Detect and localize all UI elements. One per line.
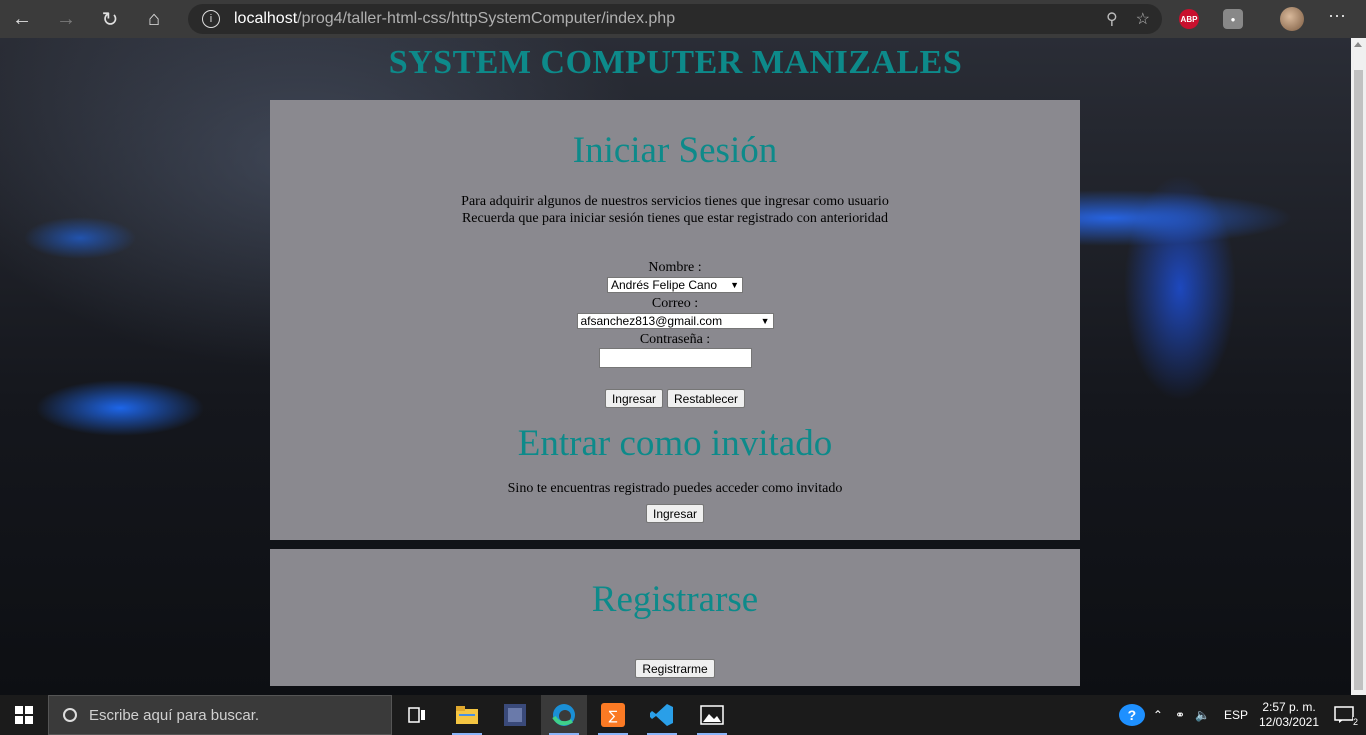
- refresh-icon[interactable]: ↻: [88, 0, 132, 38]
- page-scrollbar[interactable]: [1351, 38, 1366, 695]
- app-thumbnail-icon[interactable]: [492, 695, 538, 735]
- url-path: /prog4/taller-html-css/httpSystemCompute…: [297, 10, 676, 27]
- guest-login-button[interactable]: Ingresar: [645, 504, 705, 523]
- name-label: Nombre :: [648, 260, 702, 275]
- password-label: Contraseña :: [639, 332, 711, 347]
- search-icon: [63, 708, 77, 722]
- scroll-up-icon[interactable]: [1354, 42, 1362, 47]
- extension-icon[interactable]: ●: [1223, 9, 1243, 29]
- wifi-icon[interactable]: ⚭: [1175, 708, 1185, 722]
- clock-time: 2:57 p. m.: [1262, 700, 1316, 714]
- more-menu-icon[interactable]: ⋯: [1328, 6, 1347, 27]
- chevron-up-icon[interactable]: ⌃: [1153, 708, 1163, 722]
- reset-button[interactable]: Restablecer: [667, 389, 746, 408]
- site-title: SYSTEM COMPUTER MANIZALES: [388, 44, 963, 81]
- browser-toolbar: ← → ↻ ⌂ i localhost/prog4/taller-html-cs…: [0, 0, 1366, 38]
- profile-avatar[interactable]: [1280, 7, 1304, 31]
- zoom-icon[interactable]: ⚲: [1106, 9, 1118, 29]
- login-intro-line1: Para adquirir algunos de nuestros servic…: [461, 194, 889, 209]
- notification-icon[interactable]: 2: [1322, 695, 1366, 735]
- vscode-icon[interactable]: [639, 695, 685, 735]
- site-info-icon[interactable]: i: [202, 10, 220, 28]
- register-panel: Registrarse Registrarme: [270, 549, 1080, 686]
- clock[interactable]: 2:57 p. m. 12/03/2021: [1256, 700, 1322, 730]
- login-panel: Iniciar Sesión Para adquirir algunos de …: [270, 100, 1080, 540]
- file-explorer-icon[interactable]: [444, 695, 490, 735]
- url-host: localhost: [234, 10, 298, 27]
- windows-taskbar: Escribe aquí para buscar. ∑ ? ⌃ ⚭ 🔈 ESP …: [0, 695, 1366, 735]
- password-input[interactable]: [598, 348, 752, 368]
- svg-text:∑: ∑: [609, 709, 618, 724]
- login-intro-line2: Recuerda que para iniciar sesión tienes …: [461, 211, 889, 226]
- xampp-icon[interactable]: ∑: [590, 695, 636, 735]
- guest-heading: Entrar como invitado: [517, 423, 833, 464]
- favorite-star-icon[interactable]: ☆: [1136, 9, 1150, 29]
- guest-text: Sino te encuentras registrado puedes acc…: [507, 481, 843, 496]
- register-button[interactable]: Registrarme: [635, 659, 715, 678]
- system-tray: ? ⌃ ⚭ 🔈 ESP 2:57 p. m. 12/03/2021 2: [1118, 695, 1366, 735]
- back-icon[interactable]: ←: [0, 0, 44, 38]
- scrollbar-thumb[interactable]: [1354, 70, 1363, 690]
- adblock-extension-icon[interactable]: ABP: [1179, 9, 1199, 29]
- task-view-icon[interactable]: [394, 695, 440, 735]
- email-label: Correo :: [651, 296, 699, 311]
- register-heading: Registrarse: [591, 579, 759, 620]
- notification-count: 2: [1352, 717, 1358, 727]
- forward-icon[interactable]: →: [44, 0, 88, 38]
- email-select-value: afsanchez813@gmail.com: [580, 314, 723, 328]
- windows-start-icon[interactable]: [0, 695, 48, 735]
- taskbar-search[interactable]: Escribe aquí para buscar.: [48, 695, 392, 735]
- name-select[interactable]: Andrés Felipe Cano ▼: [607, 277, 743, 293]
- address-bar[interactable]: i localhost/prog4/taller-html-css/httpSy…: [188, 4, 1162, 34]
- edge-browser-icon[interactable]: [541, 695, 587, 735]
- chevron-down-icon: ▼: [760, 316, 770, 326]
- photos-icon[interactable]: [689, 695, 735, 735]
- home-icon[interactable]: ⌂: [132, 0, 176, 38]
- name-select-value: Andrés Felipe Cano: [611, 278, 718, 292]
- chevron-down-icon: ▼: [730, 280, 739, 290]
- login-submit-button[interactable]: Ingresar: [604, 389, 663, 408]
- volume-icon[interactable]: 🔈: [1195, 708, 1210, 722]
- clock-date: 12/03/2021: [1258, 715, 1320, 729]
- taskbar-search-placeholder: Escribe aquí para buscar.: [89, 706, 260, 724]
- login-heading: Iniciar Sesión: [572, 130, 778, 171]
- help-icon[interactable]: ?: [1118, 704, 1145, 726]
- language-indicator[interactable]: ESP: [1224, 708, 1248, 722]
- email-select[interactable]: afsanchez813@gmail.com ▼: [576, 313, 774, 329]
